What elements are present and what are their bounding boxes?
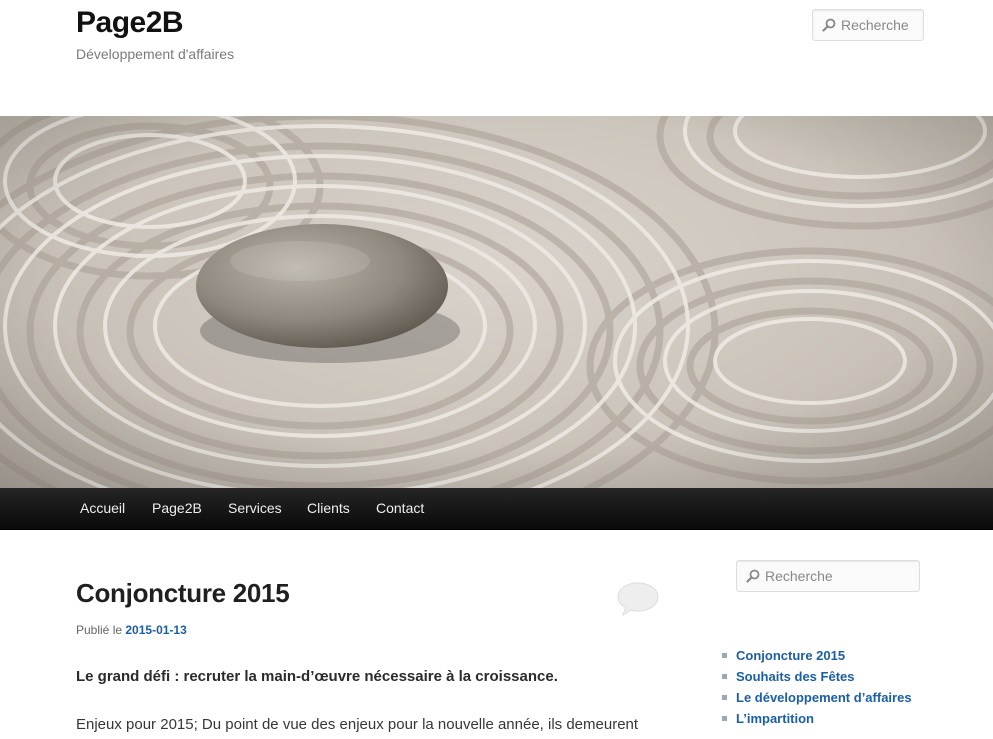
article-body: Enjeux pour 2015; Du point de vue des en… — [76, 716, 639, 733]
search-icon — [746, 569, 760, 583]
article-date-link[interactable]: 2015-01-13 — [125, 623, 186, 637]
header-search-box[interactable] — [812, 9, 981, 41]
nav-item-accueil[interactable]: Accueil — [80, 488, 125, 530]
article-meta: Publié le 2015-01-13 — [76, 623, 187, 637]
recent-post-link[interactable]: L’impartition — [736, 711, 814, 726]
search-icon — [822, 18, 836, 32]
recent-posts-list: Conjoncture 2015 Souhaits des Fêtes Le d… — [722, 647, 912, 731]
site-title[interactable]: Page2B — [76, 6, 184, 40]
recent-post-link[interactable]: Conjoncture 2015 — [736, 648, 845, 663]
sidebar-search-input[interactable] — [765, 568, 905, 584]
list-item: L’impartition — [722, 710, 912, 731]
list-item: Conjoncture 2015 — [722, 647, 912, 668]
article-lead: Le grand défi : recruter la main-d’œuvre… — [76, 668, 558, 685]
bullet-icon — [722, 653, 727, 658]
bullet-icon — [722, 695, 727, 700]
sidebar-search-box[interactable] — [736, 560, 920, 592]
recent-post-link[interactable]: Souhaits des Fêtes — [736, 669, 854, 684]
page: Page2B Développement d'affaires Recherch… — [0, 0, 993, 739]
comment-bubble-icon[interactable] — [616, 581, 660, 617]
header-search-input[interactable] — [841, 17, 981, 33]
main-navigation: Accueil Page2B Services Clients Contact — [0, 488, 993, 530]
meta-prefix: Publié le — [76, 623, 123, 637]
bullet-icon — [722, 716, 727, 721]
site-description: Développement d'affaires — [76, 46, 235, 62]
bullet-icon — [722, 674, 727, 679]
article-title[interactable]: Conjoncture 2015 — [76, 578, 290, 609]
recent-post-link[interactable]: Le développement d’affaires — [736, 690, 912, 705]
header-banner-image — [0, 116, 993, 488]
nav-item-page2b[interactable]: Page2B — [152, 488, 202, 530]
zen-garden-illustration — [0, 116, 993, 488]
nav-item-services[interactable]: Services — [228, 488, 282, 530]
list-item: Le développement d’affaires — [722, 689, 912, 710]
list-item: Souhaits des Fêtes — [722, 668, 912, 689]
nav-item-clients[interactable]: Clients — [307, 488, 350, 530]
nav-item-contact[interactable]: Contact — [376, 488, 424, 530]
